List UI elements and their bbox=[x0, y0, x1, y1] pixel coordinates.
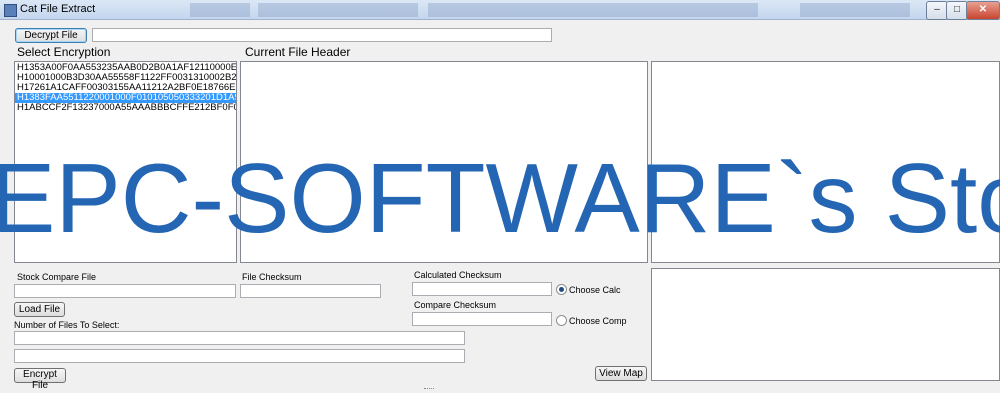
view-map-button[interactable]: View Map bbox=[595, 366, 647, 381]
background-window-strip bbox=[190, 3, 250, 17]
choose-calc-radio[interactable] bbox=[556, 284, 567, 295]
file-path-input[interactable] bbox=[92, 28, 552, 42]
select-encryption-label: Select Encryption bbox=[17, 45, 111, 59]
file-checksum-input[interactable] bbox=[240, 284, 381, 298]
compare-checksum-label: Compare Checksum bbox=[414, 300, 497, 310]
window-title: Cat File Extract bbox=[20, 3, 96, 15]
file-checksum-label: File Checksum bbox=[242, 272, 302, 282]
current-file-header-panel[interactable] bbox=[240, 61, 648, 263]
choose-comp-radio[interactable] bbox=[556, 315, 567, 326]
load-file-button[interactable]: Load File bbox=[14, 302, 65, 317]
resize-grip[interactable] bbox=[424, 388, 434, 391]
choose-comp-label[interactable]: Choose Comp bbox=[569, 316, 627, 326]
number-of-files-label: Number of Files To Select: bbox=[14, 320, 120, 330]
stock-compare-file-label: Stock Compare File bbox=[17, 272, 97, 282]
maximize-button[interactable]: □ bbox=[946, 1, 968, 20]
current-file-header-label: Current File Header bbox=[245, 45, 351, 59]
file-selection-input[interactable] bbox=[14, 349, 465, 363]
map-output-panel[interactable] bbox=[651, 268, 1000, 381]
list-item[interactable]: H1ABCCF2F13237000A55AAABBBCFFE212BF0F07D… bbox=[15, 103, 236, 113]
decrypt-file-button[interactable]: Decrypt File bbox=[15, 28, 87, 43]
close-button[interactable]: ✕ bbox=[966, 1, 1000, 20]
background-window-strip bbox=[258, 3, 418, 17]
background-window-strip bbox=[428, 3, 758, 17]
stock-compare-file-input[interactable] bbox=[14, 284, 236, 298]
choose-calc-label[interactable]: Choose Calc bbox=[569, 285, 621, 295]
radio-selected-dot bbox=[559, 287, 564, 292]
compare-checksum-input[interactable] bbox=[412, 312, 552, 326]
encryption-list[interactable]: H1353A00F0AA553235AAB0D2B0A1AF12110000EE… bbox=[14, 61, 237, 263]
calculated-checksum-label: Calculated Checksum bbox=[414, 270, 502, 280]
background-window-strip bbox=[800, 3, 910, 17]
minimize-button[interactable]: – bbox=[926, 1, 948, 20]
number-of-files-input[interactable] bbox=[14, 331, 465, 345]
title-bar: Cat File Extract – □ ✕ bbox=[0, 0, 1000, 20]
calculated-checksum-input[interactable] bbox=[412, 282, 552, 296]
header-detail-panel[interactable] bbox=[651, 61, 1000, 263]
encrypt-file-button[interactable]: Encrypt File bbox=[14, 368, 66, 391]
app-icon bbox=[4, 4, 17, 17]
